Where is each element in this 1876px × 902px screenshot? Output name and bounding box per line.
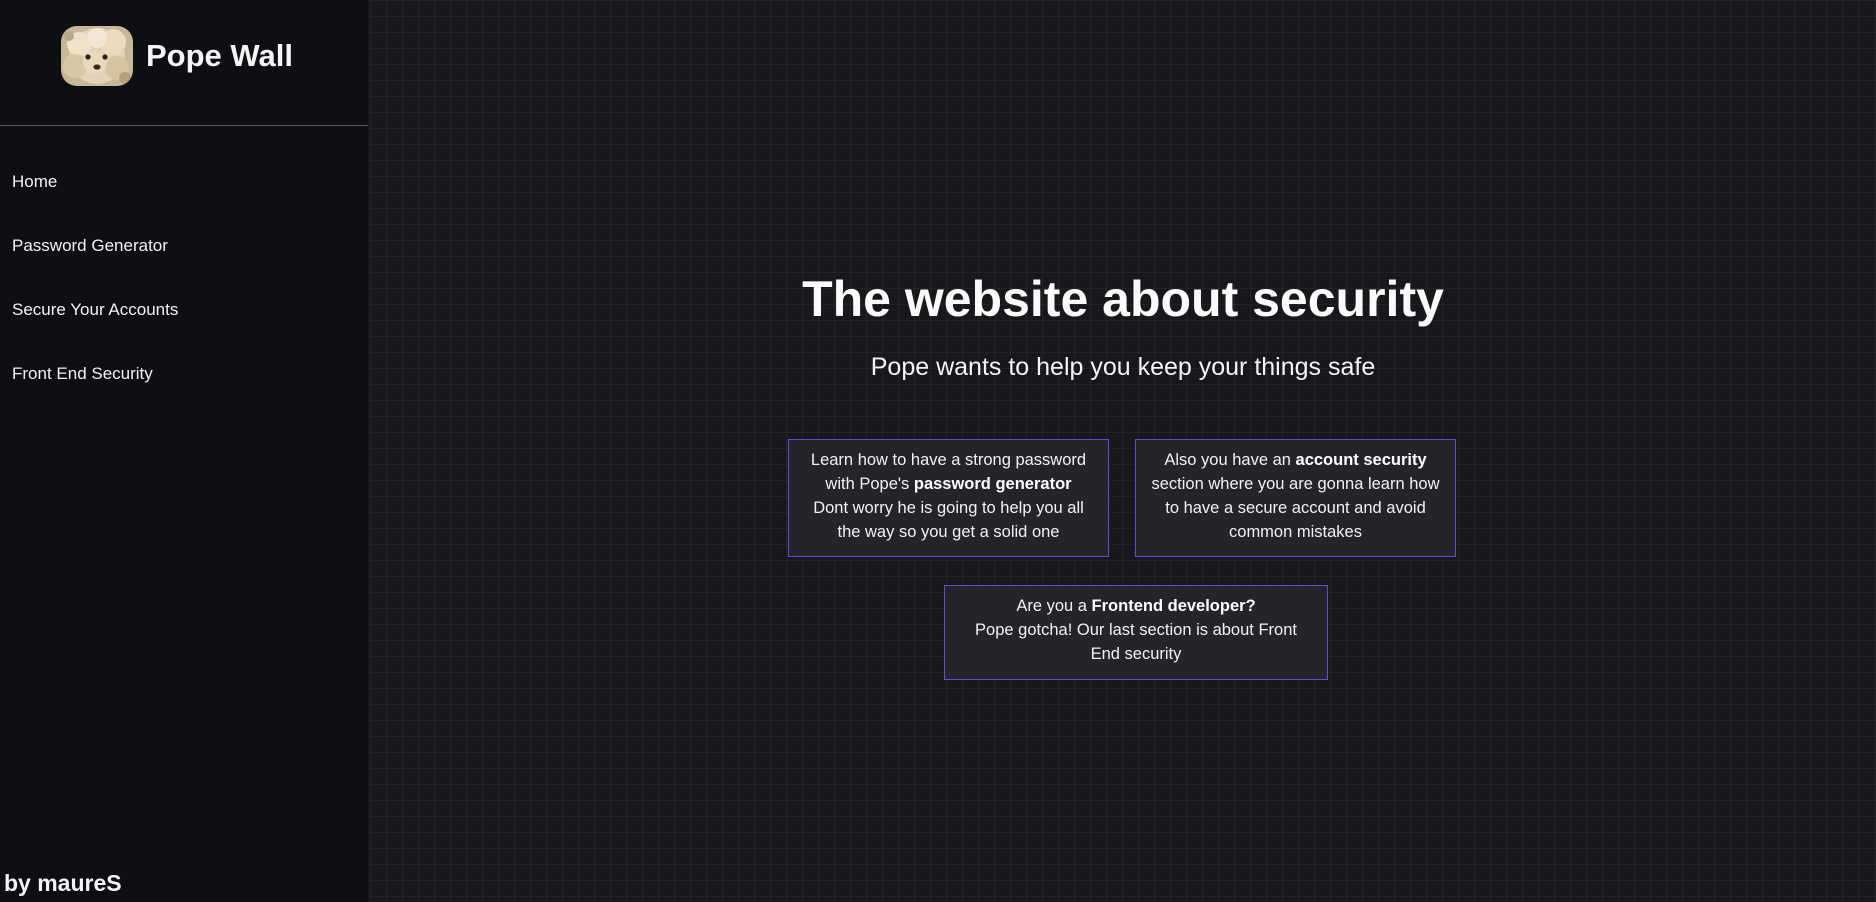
page-subtitle: Pope wants to help you keep your things … (870, 353, 1376, 381)
card-highlight: Frontend developer? (1091, 597, 1256, 615)
card-line: Also you have an account security (1144, 448, 1447, 472)
card-highlight: account security (1295, 451, 1427, 469)
password-generator-card: Learn how to have a strong password with… (788, 439, 1109, 557)
site-title: Pope Wall (146, 38, 293, 73)
card-line: Are you a Frontend developer? (953, 594, 1319, 618)
card-line: section where you are gonna learn how (1151, 475, 1440, 493)
card-line-text: Are you a (1016, 597, 1092, 615)
poodle-avatar-icon (61, 26, 133, 86)
card-line-text: Also you have an (1164, 451, 1296, 469)
card-line: common mistakes (1229, 523, 1362, 541)
card-highlight: password generator (913, 475, 1072, 493)
page-title: The website about security (802, 271, 1444, 327)
card-line: the way so you get a solid one (837, 523, 1060, 541)
frontend-security-card: Are you a Frontend developer? Pope gotch… (944, 585, 1328, 680)
sidebar-nav: Home Password Generator Secure Your Acco… (0, 160, 368, 416)
card-line: End security (1090, 645, 1182, 663)
main-content: The website about security Pope wants to… (370, 0, 1876, 902)
card-line: Learn how to have a strong password (810, 451, 1087, 469)
card-line: with Pope's password generator (797, 472, 1100, 496)
author-credit: by maureS (4, 870, 122, 896)
nav-item-password-generator[interactable]: Password Generator (0, 224, 368, 288)
brand-header: Pope Wall (0, 0, 368, 126)
sidebar: Pope Wall Home Password Generator Secure… (0, 0, 368, 902)
card-line: Pope gotcha! Our last section is about F… (975, 621, 1297, 639)
app: Pope Wall Home Password Generator Secure… (0, 0, 1876, 902)
card-line-text: with Pope's (825, 475, 914, 493)
card-line: to have a secure account and avoid (1165, 499, 1426, 517)
nav-item-home[interactable]: Home (0, 160, 368, 224)
card-line: Dont worry he is going to help you all (813, 499, 1084, 517)
account-security-card: Also you have an account security sectio… (1135, 439, 1456, 557)
nav-item-front-end-security[interactable]: Front End Security (0, 352, 368, 416)
nav-item-secure-your-accounts[interactable]: Secure Your Accounts (0, 288, 368, 352)
